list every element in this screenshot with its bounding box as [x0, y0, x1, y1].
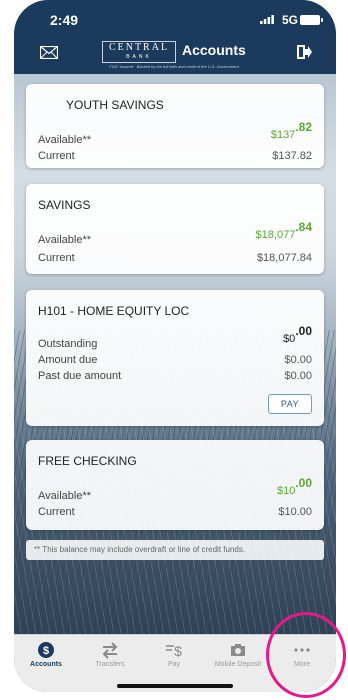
- logo-sub-text: BANK: [126, 54, 152, 60]
- available-label: Available**: [38, 134, 92, 146]
- dollar-circle-icon: $: [38, 642, 54, 658]
- app-header: CENTRAL BANK Accounts FDIC Insured · Bac…: [14, 36, 336, 74]
- signal-icon: [260, 15, 274, 24]
- outstanding-row: Outstanding $0.00: [38, 324, 312, 350]
- amount-due-row: Amount due $0.00: [38, 350, 312, 366]
- transfer-arrows-icon: [102, 642, 118, 659]
- available-row: Available** $10.00: [38, 476, 312, 502]
- available-label: Available**: [38, 490, 92, 502]
- battery-icon: [300, 15, 323, 25]
- current-row: Current $18,077.84: [38, 248, 312, 264]
- status-bar: 2:49 5G: [14, 0, 336, 36]
- pay-button[interactable]: PAY: [268, 394, 312, 414]
- more-tab-highlight-circle: [266, 612, 346, 698]
- account-name: YOUTH SAVINGS: [66, 98, 164, 112]
- available-row: Available** $18,077.84: [38, 220, 312, 246]
- tab-mobile-deposit[interactable]: Mobile Deposit: [206, 635, 270, 675]
- account-card-youth-savings[interactable]: YOUTH SAVINGS Available** $137.82 Curren…: [26, 84, 324, 168]
- past-due-row: Past due amount $0.00: [38, 366, 312, 382]
- past-due-value: $0.00: [284, 370, 312, 382]
- account-name: H101 - HOME EQUITY LOC: [38, 304, 190, 318]
- current-label: Current: [38, 150, 75, 162]
- tab-label: Accounts: [30, 661, 62, 668]
- network-type: 5G: [281, 13, 298, 27]
- status-time: 2:49: [50, 12, 79, 28]
- tab-label: Mobile Deposit: [214, 661, 262, 668]
- current-label: Current: [38, 506, 75, 518]
- outstanding-amount: $0.00: [283, 324, 312, 345]
- current-amount: $18,077.84: [256, 252, 312, 264]
- tab-label: Transfers: [95, 661, 125, 668]
- current-row: Current $10.00: [38, 502, 312, 518]
- page-title: Accounts: [182, 42, 246, 58]
- outstanding-label: Outstanding: [38, 338, 98, 350]
- available-row: Available** $137.82: [38, 120, 312, 146]
- camera-icon: [231, 644, 245, 656]
- account-card-home-equity[interactable]: H101 - HOME EQUITY LOC Outstanding $0.00…: [26, 290, 324, 426]
- account-name: SAVINGS: [38, 198, 91, 212]
- current-amount: $10.00: [278, 506, 312, 518]
- available-amount: $10.00: [276, 476, 312, 497]
- amount-due-label: Amount due: [38, 354, 98, 366]
- account-card-free-checking[interactable]: FREE CHECKING Available** $10.00 Current…: [26, 440, 324, 530]
- available-amount: $18,077.84: [255, 220, 312, 241]
- current-row: Current $137.82: [38, 146, 312, 162]
- account-card-savings[interactable]: SAVINGS Available** $18,077.84 Current $…: [26, 184, 324, 274]
- logout-icon[interactable]: [296, 44, 312, 60]
- fdic-disclaimer: FDIC Insured · Backed by the full faith …: [109, 64, 239, 69]
- svg-text:$: $: [174, 643, 182, 659]
- amount-due-value: $0.00: [284, 354, 312, 366]
- home-indicator: [117, 684, 233, 688]
- mail-icon[interactable]: [40, 46, 58, 59]
- available-amount: $137.82: [270, 120, 312, 141]
- account-name: FREE CHECKING: [38, 454, 137, 468]
- phone-screen: 2:49 5G CENTRAL BANK Accounts FDIC Insur…: [14, 0, 336, 692]
- tab-pay[interactable]: $ Pay: [142, 635, 206, 675]
- current-label: Current: [38, 252, 75, 264]
- past-due-label: Past due amount: [38, 370, 122, 382]
- tab-accounts[interactable]: $ Accounts: [14, 635, 78, 675]
- available-label: Available**: [38, 234, 92, 246]
- tab-transfers[interactable]: Transfers: [78, 635, 142, 675]
- tab-label: Pay: [167, 661, 181, 668]
- logo-main-text: CENTRAL: [108, 42, 170, 53]
- pay-icon: $: [166, 643, 182, 659]
- svg-text:$: $: [43, 645, 49, 657]
- bank-logo: CENTRAL BANK: [102, 41, 176, 63]
- current-amount: $137.82: [272, 150, 312, 162]
- balance-footnote: ** This balance may include overdraft or…: [26, 540, 324, 560]
